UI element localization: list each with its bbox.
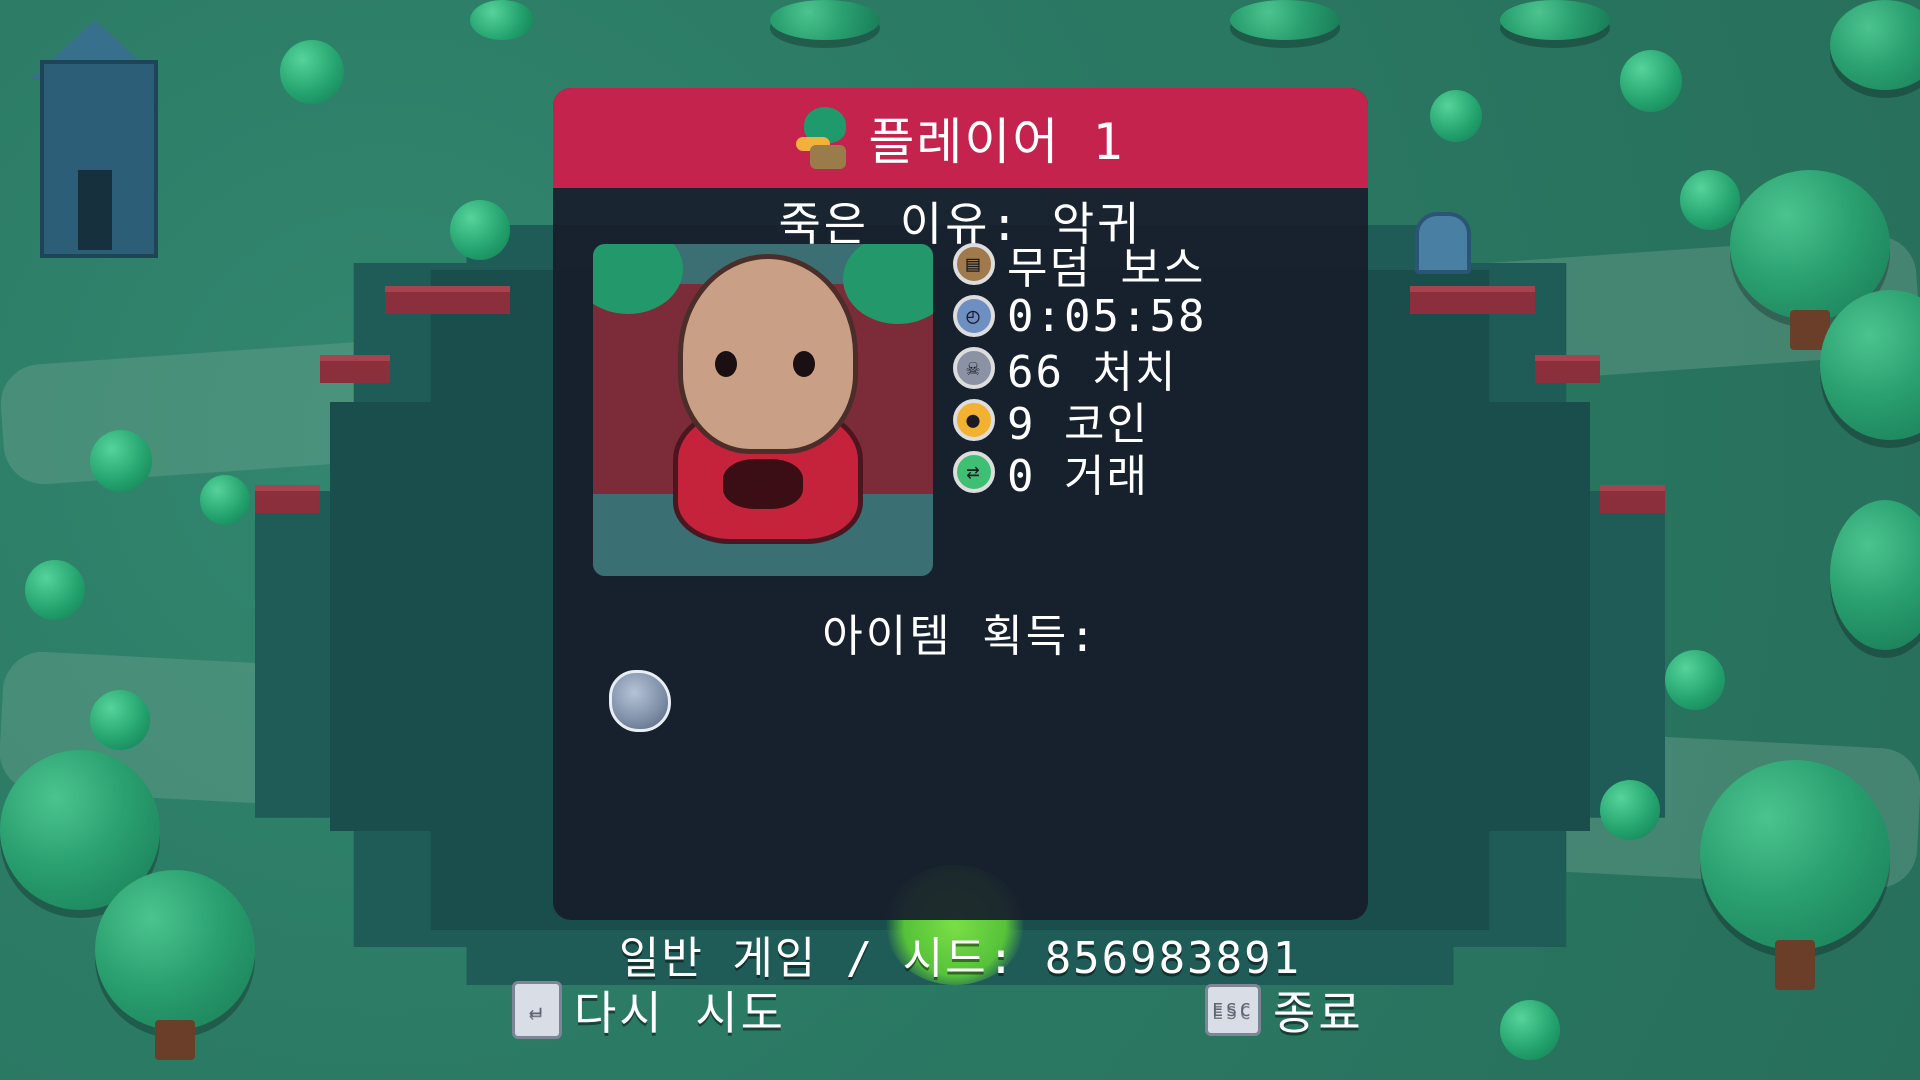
bush: [1680, 170, 1740, 230]
stat-row-time: ◴ 0:05:58: [953, 290, 1353, 342]
run-stats-list: ▤ 무덤 보스 ◴ 0:05:58 ☠ 66 처치 ● 9 코인 ⇄ 0 거래: [953, 238, 1353, 502]
bush: [90, 430, 152, 492]
duck-player-icon: [796, 107, 854, 169]
quit-button[interactable]: ESC 종료: [1205, 978, 1364, 1042]
quit-label: 종료: [1273, 986, 1364, 1040]
stat-row-location: ▤ 무덤 보스: [953, 238, 1353, 294]
stat-row-kills: ☠ 66 처치: [953, 342, 1353, 398]
arena-ledge: [1600, 485, 1665, 513]
bush: [1500, 1000, 1560, 1060]
retry-label: 다시 시도: [574, 986, 786, 1040]
bush: [200, 475, 250, 525]
bush: [1620, 50, 1682, 112]
gray-stone-item-icon[interactable]: [605, 666, 671, 732]
arena-ledge: [320, 355, 390, 383]
tree: [770, 0, 880, 40]
bush: [470, 0, 534, 40]
retry-button[interactable]: ↵ 다시 시도: [512, 978, 786, 1042]
player-header: 플레이어 1: [553, 88, 1368, 188]
stat-location-text: 무덤 보스: [1007, 243, 1206, 294]
coin-icon: ●: [953, 399, 995, 441]
run-summary-panel: 플레이어 1 죽은 이유: 악귀 ▤ 무덤 보스 ◴ 0:05:58 ☠ 66 …: [553, 88, 1368, 920]
bush: [25, 560, 85, 620]
game-mode-seed-text: 일반 게임 / 시드: 856983891: [618, 933, 1302, 984]
stat-row-trades: ⇄ 0 거래: [953, 446, 1353, 502]
crypt-building: [30, 0, 160, 258]
bush: [280, 40, 344, 104]
bush: [1600, 780, 1660, 840]
enter-key-icon: ↵: [512, 981, 562, 1039]
tombstone: [1415, 212, 1471, 274]
bush: [1665, 650, 1725, 710]
trade-arrows-icon: ⇄: [953, 451, 995, 493]
stat-time-text: 0:05:58: [1007, 290, 1207, 342]
bush: [90, 690, 150, 750]
tree: [1230, 0, 1340, 40]
stat-row-coins: ● 9 코인: [953, 394, 1353, 450]
esc-key-icon: ESC: [1205, 984, 1261, 1036]
arena-ledge: [255, 485, 320, 513]
clock-icon: ◴: [953, 295, 995, 337]
tree: [1500, 0, 1610, 40]
stat-trades-text: 0 거래: [1007, 451, 1149, 502]
items-acquired-label: 아이템 획득:: [822, 611, 1099, 662]
arena-ledge: [1410, 286, 1535, 314]
arena-ledge: [1535, 355, 1600, 383]
arena-ledge: [385, 286, 510, 314]
tree-trunk: [155, 1020, 195, 1060]
bush: [1430, 90, 1482, 142]
player-title: 플레이어 1: [868, 113, 1125, 171]
potato-boss-portrait: [593, 244, 933, 576]
skull-icon: ☠: [953, 347, 995, 389]
map-icon: ▤: [953, 243, 995, 285]
bush: [450, 200, 510, 260]
